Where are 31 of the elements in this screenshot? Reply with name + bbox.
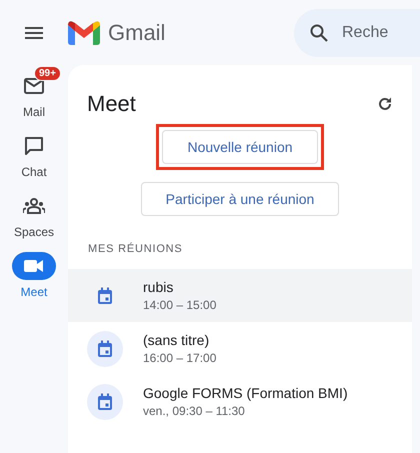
- calendar-icon: [97, 286, 113, 304]
- panel-title: Meet: [87, 91, 136, 117]
- calendar-icon: [97, 392, 113, 410]
- meeting-item[interactable]: (sans titre) 16:00 – 17:00: [68, 322, 412, 375]
- refresh-icon[interactable]: [378, 97, 392, 111]
- chat-icon: [24, 136, 44, 156]
- meeting-time: 16:00 – 17:00: [143, 351, 216, 365]
- search-icon: [310, 24, 328, 42]
- meeting-time: 14:00 – 15:00: [143, 298, 216, 312]
- meeting-item[interactable]: rubis 14:00 – 15:00: [68, 269, 412, 322]
- mail-icon: [24, 78, 44, 94]
- gmail-logo-icon[interactable]: [68, 20, 100, 44]
- meeting-title: rubis: [143, 279, 174, 295]
- nav-item[interactable]: Meet: [20, 285, 48, 299]
- meeting-item[interactable]: Google FORMS (Formation BMI) ven., 09:30 – 11:30: [68, 375, 412, 428]
- meeting-title: (sans titre): [143, 332, 210, 348]
- section-heading: MES RÉUNIONS: [88, 243, 184, 255]
- meeting-button[interactable]: Participer à une réunion: [140, 182, 340, 216]
- meeting-time: ven., 09:30 – 11:30: [143, 404, 246, 418]
- nav-item[interactable]: Mail: [22, 105, 45, 119]
- search-field[interactable]: Reche: [342, 24, 402, 42]
- menu-icon[interactable]: [25, 26, 43, 38]
- meeting-title: Google FORMS (Formation BMI): [143, 385, 348, 401]
- people-icon: [23, 198, 45, 214]
- unread-count-badge: 99+: [34, 66, 61, 81]
- calendar-icon: [97, 340, 113, 358]
- nav-item[interactable]: Spaces: [14, 225, 54, 239]
- meeting-button[interactable]: Nouvelle réunion: [162, 130, 318, 164]
- app-name: Gmail: [108, 20, 166, 46]
- nav-item[interactable]: Chat: [21, 165, 47, 179]
- video-camera-icon: [24, 259, 44, 273]
